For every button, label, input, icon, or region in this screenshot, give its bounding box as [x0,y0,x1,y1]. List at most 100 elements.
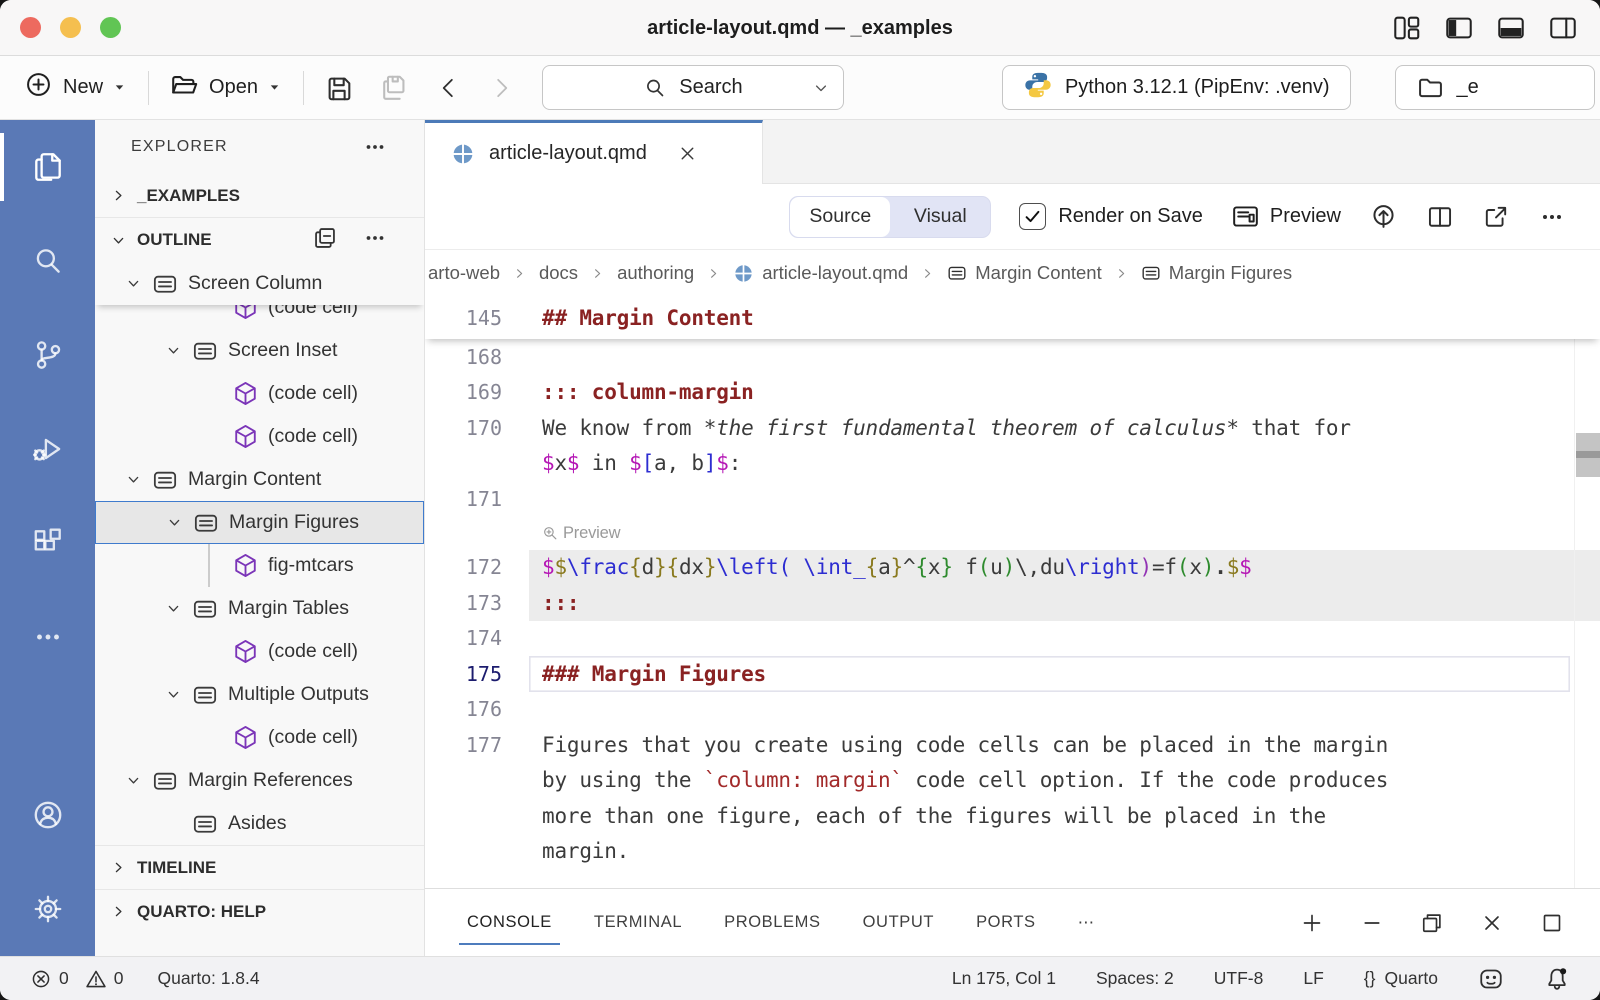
activity-source-control[interactable] [0,308,95,402]
section-outline[interactable]: OUTLINE [95,218,424,262]
source-mode-button[interactable]: Source [790,197,890,237]
activity-account[interactable] [0,768,95,862]
close-window-button[interactable] [20,17,41,38]
activity-run-and-debug[interactable] [0,402,95,496]
render-on-save-checkbox[interactable] [1019,203,1046,230]
interpreter-selector[interactable]: Python 3.12.1 (PipEnv: .venv) [1002,65,1351,110]
outline-more-actions-button[interactable] [362,225,388,256]
code-line-177[interactable]: 177Figures that you create using code ce… [425,727,1600,763]
close-tab-button[interactable] [677,143,698,164]
split-editor-button[interactable] [1426,203,1454,231]
cursor-position[interactable]: Ln 175, Col 1 [952,968,1056,989]
workspace-button[interactable]: _e [1395,65,1595,110]
panel-tab-output[interactable]: OUTPUT [861,909,936,936]
code-line-169[interactable]: 169::: column-margin [425,375,1600,411]
breadcrumb-margin-content[interactable]: Margin Content [947,262,1101,284]
code-line-171[interactable]: 171 [425,481,1600,517]
outline-item-margin-tables[interactable]: Margin Tables [95,587,424,630]
preview-button[interactable]: Preview [1231,202,1341,231]
outline-item-screen-column[interactable]: Screen Column [95,262,424,305]
panel-tab-problems[interactable]: PROBLEMS [722,909,823,936]
code-line-wrap[interactable]: by using the `column: margin` code cell … [425,763,1600,799]
code-line-168[interactable]: 168 [425,339,1600,375]
code-line-175[interactable]: 175### Margin Figures [425,656,1600,692]
activity-explorer[interactable] [0,120,95,214]
render-on-save-option[interactable]: Render on Save [1019,203,1203,230]
panel-bottom-icon[interactable] [1496,13,1526,43]
new-button[interactable]: New [24,70,128,105]
panel-tab-terminal[interactable]: TERMINAL [592,909,684,936]
panel-plus-button[interactable] [1300,911,1324,935]
outline-item-code-cell[interactable]: (code cell) [95,415,424,458]
indent-setting[interactable]: Spaces: 2 [1096,968,1174,989]
code-line-174[interactable]: 174 [425,621,1600,657]
outline-item-screen-inset[interactable]: Screen Inset [95,329,424,372]
render-publish-button[interactable] [1369,202,1398,231]
panel-tab-[interactable]: ⋯ [1076,909,1097,937]
outline-item-fig-mtcars[interactable]: fig-mtcars [95,544,424,587]
customize-layout-icon[interactable] [1392,13,1422,43]
code-line-173[interactable]: 173::: [425,585,1600,621]
feedback-smiley-icon[interactable] [1478,966,1504,992]
panel-close-button[interactable] [1480,911,1504,935]
outline-item-margin-figures[interactable]: Margin Figures [95,501,424,544]
code-line-176[interactable]: 176 [425,692,1600,728]
code-line-wrap[interactable]: more than one figure, each of the figure… [425,798,1600,834]
editor-more-actions-button[interactable] [1538,203,1566,231]
outline-item-margin-references[interactable]: Margin References [95,759,424,802]
open-button[interactable]: Open [169,70,283,106]
save-button[interactable] [324,73,354,103]
code-line-wrap[interactable]: $x$ in $[a, b]$: [425,446,1600,482]
activity-search[interactable] [0,214,95,308]
language-mode[interactable]: {} Quarto [1364,968,1438,989]
encoding-setting[interactable]: UTF-8 [1214,968,1264,989]
eol-setting[interactable]: LF [1303,968,1323,989]
breadcrumb-margin-figures[interactable]: Margin Figures [1141,262,1292,284]
panel-tab-console[interactable]: CONSOLE [465,909,554,936]
section-timeline[interactable]: TIMELINE [95,845,424,889]
panel-restore-button[interactable] [1420,911,1444,935]
outline-item-code-cell[interactable]: (code cell) [95,716,424,759]
activity-extensions[interactable] [0,496,95,590]
outline-item-asides[interactable]: Asides [95,802,424,845]
quarto-version[interactable]: Quarto: 1.8.4 [157,968,259,989]
activity-additional-views[interactable] [0,590,95,684]
code-line-145[interactable]: 145## Margin Content [425,296,1600,339]
outline-item-code-cell[interactable]: (code cell) [95,305,424,329]
outline-item-code-cell[interactable]: (code cell) [95,630,424,673]
visual-mode-button[interactable]: Visual [890,197,990,237]
minimize-window-button[interactable] [60,17,81,38]
outline-item-code-cell[interactable]: (code cell) [95,372,424,415]
editor-scrollbar[interactable] [1574,296,1600,888]
code-line-wrap[interactable]: margin. [425,834,1600,870]
open-in-new-window-button[interactable] [1482,203,1510,231]
code-editor[interactable]: 145## Margin Content168169::: column-mar… [425,296,1600,888]
outline-item-multiple-outputs[interactable]: Multiple Outputs [95,673,424,716]
panel-left-icon[interactable] [1444,13,1474,43]
zoom-window-button[interactable] [100,17,121,38]
code-line-170[interactable]: 170We know from *the first fundamental t… [425,410,1600,446]
explorer-more-actions-button[interactable] [362,134,388,160]
breadcrumb-docs[interactable]: docs [539,262,578,284]
problems-indicator[interactable]: 0 0 [30,968,123,990]
codelens-preview[interactable]: Preview [425,517,1600,550]
navigate-back-button[interactable] [436,75,462,101]
activity-settings[interactable] [0,862,95,956]
notifications-bell-icon[interactable] [1544,966,1570,992]
collapse-all-button[interactable] [312,225,338,256]
outline-item-margin-content[interactable]: Margin Content [95,458,424,501]
panel-tab-ports[interactable]: PORTS [974,909,1038,936]
panel-right-icon[interactable] [1548,13,1578,43]
section-examples[interactable]: _EXAMPLES [95,174,424,218]
breadcrumb-article-layout-qmd[interactable]: article-layout.qmd [733,262,908,284]
chevron-down-icon[interactable] [811,78,831,98]
panel-square-button[interactable] [1540,911,1564,935]
section-quarto-help[interactable]: QUARTO: HELP [95,889,424,933]
files-icon [31,150,65,184]
panel-minus-button[interactable] [1360,911,1384,935]
breadcrumb-authoring[interactable]: authoring [617,262,694,284]
breadcrumb-arto-web[interactable]: arto-web [428,262,500,284]
search-input[interactable]: Search [542,65,844,110]
tab-article-layout-qmd[interactable]: article-layout.qmd [425,120,763,184]
code-line-172[interactable]: 172$$\frac{d}{dx}\left( \int_{a}^{x} f(u… [425,550,1600,586]
